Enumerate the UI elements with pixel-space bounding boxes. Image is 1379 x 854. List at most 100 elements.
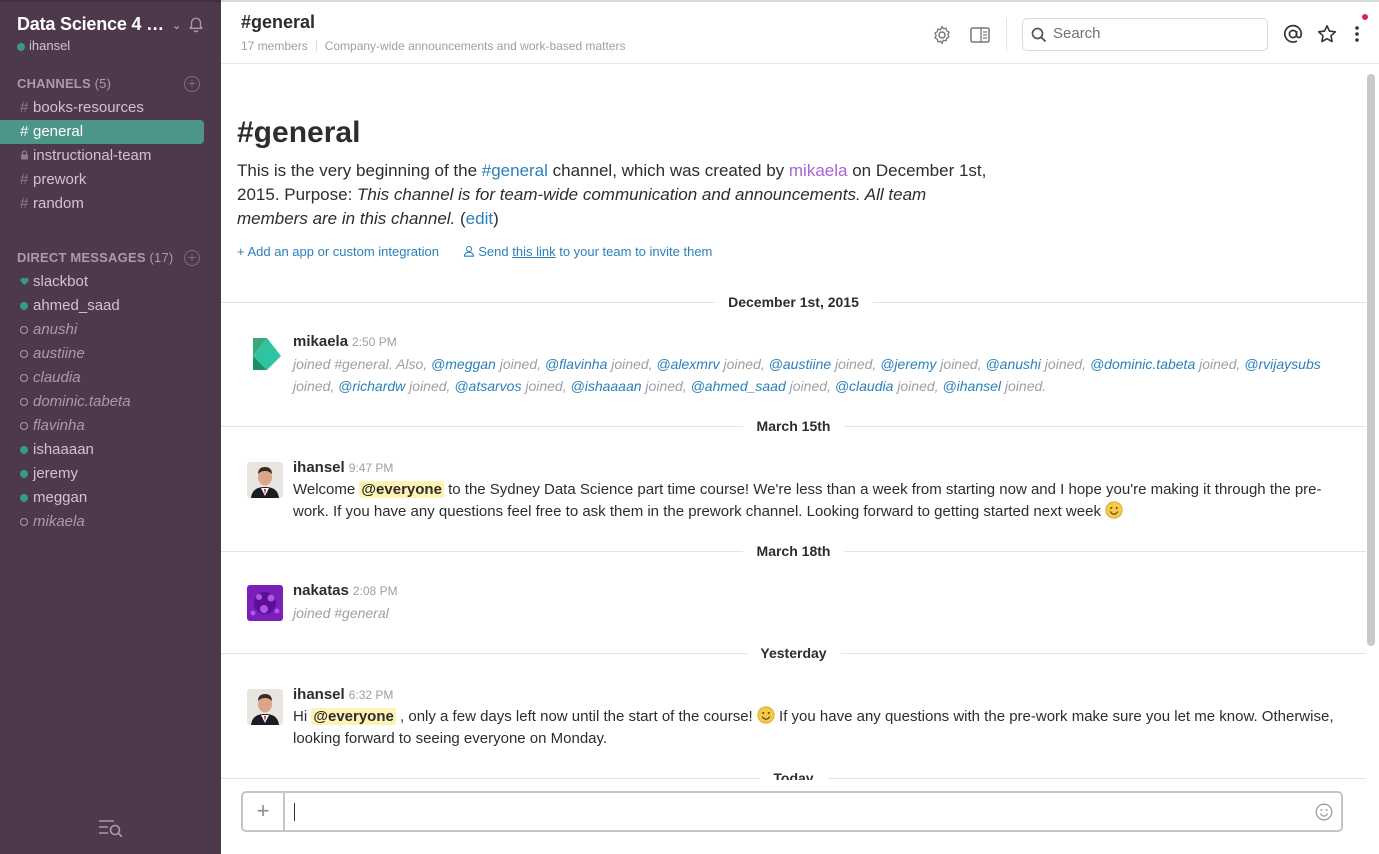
scrollbar-thumb[interactable] — [1367, 74, 1375, 646]
current-user[interactable]: ihansel — [17, 38, 70, 53]
search-box[interactable] — [1022, 18, 1268, 51]
message-input[interactable] — [293, 801, 1293, 823]
message-text: joined, — [719, 356, 769, 372]
channel-general[interactable]: # general — [0, 120, 204, 144]
dm-slackbot[interactable]: slackbot — [0, 270, 204, 294]
avatar[interactable] — [247, 689, 283, 725]
invite-link[interactable]: Send this link to your team to invite th… — [463, 244, 712, 259]
user-mention[interactable]: @richardw — [338, 378, 405, 394]
channel-purpose: Company-wide announcements and work-base… — [324, 39, 626, 53]
presence-dot — [20, 518, 28, 527]
dm-label: DIRECT MESSAGES — [17, 250, 146, 265]
avatar[interactable] — [247, 585, 283, 621]
message-text: joined, — [405, 378, 455, 394]
team-name: Data Science 4 S... — [17, 14, 169, 34]
divider — [1006, 18, 1007, 51]
intro-text: This is the very beginning of the #gener… — [237, 159, 997, 231]
add-app-link[interactable]: + Add an app or custom integration — [237, 244, 439, 259]
channel-link[interactable]: #general — [482, 161, 548, 180]
creator-link[interactable]: mikaela — [789, 161, 848, 180]
message-pane[interactable]: #general This is the very beginning of t… — [221, 64, 1366, 780]
dm-claudia[interactable]: claudia — [0, 366, 204, 390]
user-mention[interactable]: @flavinha — [545, 356, 607, 372]
user-mention[interactable]: @alexmrv — [656, 356, 719, 372]
dm-meggan[interactable]: meggan — [0, 486, 204, 510]
intro-title: #general — [237, 116, 361, 149]
message-author[interactable]: mikaela — [293, 333, 348, 350]
hash-icon: # — [20, 99, 29, 116]
message-text: joined, — [607, 356, 657, 372]
dm-jeremy[interactable]: jeremy — [0, 462, 204, 486]
day-divider: March 15th — [221, 417, 1366, 437]
user-mention[interactable]: @austiine — [769, 356, 831, 372]
search-input[interactable] — [1053, 25, 1253, 42]
smile-emoji-icon — [1105, 501, 1123, 519]
this-link[interactable]: this link — [512, 244, 555, 259]
add-dm-icon[interactable]: + — [184, 250, 200, 266]
dm-flavinha[interactable]: flavinha — [0, 414, 204, 438]
channel-prework[interactable]: # prework — [0, 168, 204, 192]
dm-ahmed-saad[interactable]: ahmed_saad — [0, 294, 204, 318]
user-mention[interactable]: @ishaaaan — [571, 378, 642, 394]
message-time[interactable]: 9:47 PM — [349, 461, 394, 475]
message-text: Welcome — [293, 481, 360, 498]
avatar[interactable] — [247, 462, 283, 498]
dm-austiine[interactable]: austiine — [0, 342, 204, 366]
user-mention[interactable]: @dominic.tabeta — [1090, 356, 1195, 372]
text-caret — [294, 803, 295, 821]
message-body: Welcome @everyone to the Sydney Data Sci… — [293, 479, 1343, 523]
message-time[interactable]: 2:08 PM — [353, 584, 398, 598]
user-mention[interactable]: @atsarvos — [454, 378, 521, 394]
intro-text-part: ) — [493, 209, 499, 228]
current-user-name: ihansel — [29, 38, 71, 53]
edit-purpose-link[interactable]: edit — [466, 209, 493, 228]
mentions-icon[interactable] — [1282, 23, 1304, 45]
presence-dot — [17, 42, 25, 51]
dm-mikaela[interactable]: mikaela — [0, 510, 204, 534]
message-text: joined, — [893, 378, 943, 394]
user-mention[interactable]: @meggan — [431, 356, 496, 372]
attach-button[interactable]: + — [243, 793, 285, 830]
avatar[interactable] — [247, 336, 283, 372]
message-text: Hi — [293, 708, 312, 725]
channel-instructional-team[interactable]: instructional-team — [0, 144, 204, 168]
user-mention[interactable]: @jeremy — [880, 356, 936, 372]
channels-header[interactable]: CHANNELS (5) — [17, 76, 111, 91]
member-count[interactable]: 17 members — [241, 39, 308, 53]
message-author[interactable]: ihansel — [293, 459, 345, 476]
intro-actions: + Add an app or custom integration Send … — [237, 244, 712, 259]
presence-dot — [20, 470, 28, 479]
quick-switcher-icon[interactable] — [98, 818, 124, 838]
message-author[interactable]: nakatas — [293, 582, 349, 599]
everyone-mention[interactable]: @everyone — [311, 708, 396, 725]
channel-random[interactable]: # random — [0, 192, 204, 216]
user-mention[interactable]: @ahmed_saad — [691, 378, 786, 394]
direct-messages-header[interactable]: DIRECT MESSAGES (17) — [17, 250, 173, 265]
message-text: joined, — [1040, 356, 1090, 372]
emoji-picker-icon[interactable] — [1315, 803, 1333, 821]
message-time[interactable]: 2:50 PM — [352, 335, 397, 349]
day-label: Yesterday — [746, 645, 841, 661]
message-time[interactable]: 6:32 PM — [349, 688, 394, 702]
dm-anushi[interactable]: anushi — [0, 318, 204, 342]
team-menu-button[interactable]: Data Science 4 S... ⌄ — [17, 14, 217, 35]
channel-books-resources[interactable]: # books-resources — [0, 96, 204, 120]
sidebar-toggle-icon[interactable] — [969, 24, 991, 46]
star-icon[interactable] — [1316, 23, 1338, 45]
presence-dot — [20, 398, 28, 407]
dm-dominic-tabeta[interactable]: dominic.tabeta — [0, 390, 204, 414]
gear-icon[interactable] — [931, 24, 953, 46]
more-menu-icon[interactable] — [1347, 23, 1367, 45]
user-mention[interactable]: @ihansel — [942, 378, 1001, 394]
user-mention[interactable]: @claudia — [835, 378, 894, 394]
message-composer[interactable]: + — [241, 791, 1343, 832]
message-author[interactable]: ihansel — [293, 686, 345, 703]
everyone-mention[interactable]: @everyone — [359, 481, 444, 498]
user-mention[interactable]: @rvijaysubs — [1244, 356, 1320, 372]
add-channel-icon[interactable]: + — [184, 76, 200, 92]
bell-icon[interactable] — [187, 16, 205, 34]
hash-icon: # — [20, 123, 29, 140]
dm-ishaaaan[interactable]: ishaaaan — [0, 438, 204, 462]
channel-title[interactable]: #general — [241, 12, 315, 33]
user-mention[interactable]: @anushi — [985, 356, 1040, 372]
